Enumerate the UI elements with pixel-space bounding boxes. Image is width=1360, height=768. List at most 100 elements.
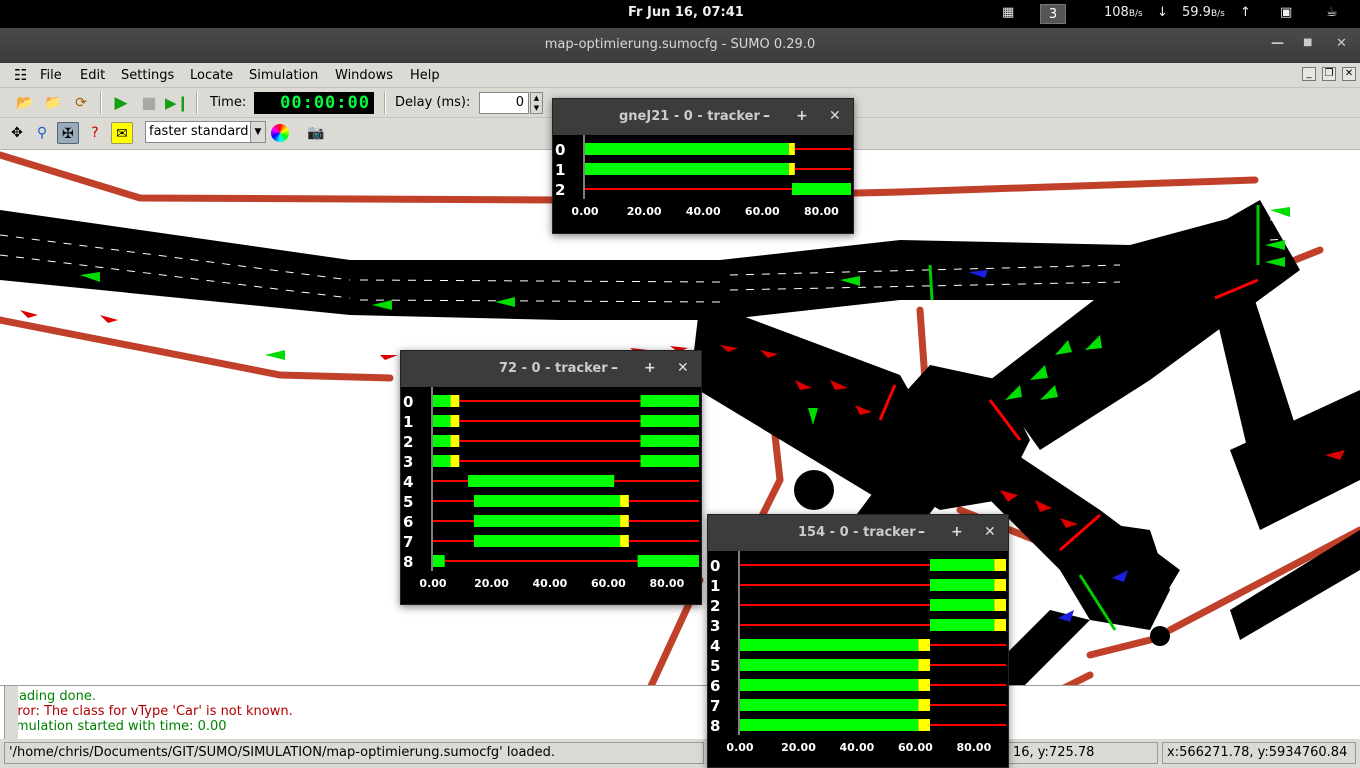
menu-help[interactable]: Help xyxy=(410,68,440,83)
close-icon[interactable]: ✕ xyxy=(1336,36,1347,51)
phase-segment xyxy=(614,480,699,482)
monitor-icon[interactable]: ▣ xyxy=(1280,5,1292,20)
phase-row-label: 1 xyxy=(555,161,565,179)
reload-folder-icon[interactable]: 📁 xyxy=(42,92,64,114)
window-title: map-optimierung.sumocfg - SUMO 0.29.0 xyxy=(544,37,816,52)
color-wheel-icon[interactable] xyxy=(271,124,289,142)
recenter-icon[interactable]: ✥ xyxy=(6,122,28,144)
signal-stopline xyxy=(928,264,934,301)
step-icon[interactable]: ▶❙ xyxy=(165,92,189,114)
color-scheme-select[interactable]: faster standard ▼ xyxy=(145,121,266,143)
minimize-icon[interactable]: – xyxy=(918,524,925,540)
phase-row-label: 0 xyxy=(403,393,413,411)
stop-icon[interactable]: ■ xyxy=(138,92,160,114)
close-icon[interactable]: ✕ xyxy=(829,108,841,124)
phase-segment xyxy=(433,395,451,407)
app-grip-icon[interactable]: ☷ xyxy=(14,66,27,84)
lane-marking xyxy=(1269,214,1360,221)
phase-row-label: 1 xyxy=(710,577,720,595)
locate-junction-icon[interactable]: ✠ xyxy=(57,122,79,144)
clock[interactable]: Fr Jun 16, 07:41 xyxy=(628,5,744,20)
minimize-icon[interactable]: — xyxy=(1271,36,1284,51)
tracker-window-72[interactable]: 72 - 0 - tracker – + ✕ 0 1 2 3 4 5 6 7 8 0.00 20.0… xyxy=(400,350,702,605)
menu-file[interactable]: File xyxy=(40,68,62,83)
phase-segment xyxy=(740,564,930,566)
junction-south-small xyxy=(794,470,834,510)
maximize-icon[interactable]: ■ xyxy=(1303,37,1312,48)
phase-row-label: 6 xyxy=(403,513,413,531)
tracker-window-gneJ21[interactable]: gneJ21 - 0 - tracker – + ✕ 0 1 2 0.00 20.00 4… xyxy=(552,98,854,234)
tracker-titlebar[interactable]: 72 - 0 - tracker – + ✕ xyxy=(401,351,701,387)
toolbar-separator xyxy=(196,92,198,114)
phase-segment xyxy=(433,415,451,427)
mdi-restore-icon[interactable]: ❐ xyxy=(1322,67,1336,81)
time-label: Time: xyxy=(210,95,247,110)
maximize-icon[interactable]: + xyxy=(951,524,963,540)
menu-simulation[interactable]: Simulation xyxy=(249,68,318,83)
tracker-titlebar[interactable]: gneJ21 - 0 - tracker – + ✕ xyxy=(553,99,853,135)
menu-settings[interactable]: Settings xyxy=(121,68,174,83)
delay-spinner[interactable]: ▲ ▼ xyxy=(530,92,543,114)
phase-segment xyxy=(740,639,919,651)
apps-grid-icon[interactable]: ▦ xyxy=(1002,5,1014,20)
open-folder-icon[interactable]: 📂 xyxy=(14,92,36,114)
tracker-window-154[interactable]: 154 - 0 - tracker – + ✕ 0 1 2 3 4 5 6 7 8 0.00 20.… xyxy=(707,514,1009,768)
arrow-down-icon: ↓ xyxy=(1157,5,1168,20)
menu-locate[interactable]: Locate xyxy=(190,68,233,83)
phase-segment xyxy=(585,143,789,155)
minimize-icon[interactable]: – xyxy=(611,360,618,376)
reload-icon[interactable]: ⟳ xyxy=(70,92,92,114)
status-message: '/home/chris/Documents/GIT/SUMO/SIMULATI… xyxy=(4,742,704,764)
phase-segment xyxy=(450,415,460,427)
tracker-titlebar[interactable]: 154 - 0 - tracker – + ✕ xyxy=(708,515,1008,551)
delay-input[interactable]: 0 xyxy=(479,92,529,114)
maximize-icon[interactable]: + xyxy=(796,108,808,124)
time-tick-label: 80.00 xyxy=(956,741,991,754)
message-scrollbar[interactable] xyxy=(4,686,18,740)
phase-segment xyxy=(444,560,638,562)
junction-small-corner xyxy=(1150,626,1170,646)
phase-segment xyxy=(585,163,789,175)
chevron-down-icon[interactable]: ▼ xyxy=(250,122,265,142)
tracker-title: 72 - 0 - tracker xyxy=(499,361,608,376)
phase-row-label: 8 xyxy=(710,717,720,735)
mdi-close-icon[interactable]: ✕ xyxy=(1342,67,1356,81)
status-bar: '/home/chris/Documents/GIT/SUMO/SIMULATI… xyxy=(0,739,1360,768)
camera-icon[interactable]: 📷 xyxy=(305,122,327,144)
phase-diagram: 0123456780.00 20.00 40.00 60.00 80.00 xyxy=(708,551,1008,767)
phase-segment xyxy=(433,555,445,567)
zoom-icon[interactable]: ⚲ xyxy=(31,122,53,144)
close-icon[interactable]: ✕ xyxy=(677,360,689,376)
phase-segment xyxy=(433,520,474,522)
workspace-indicator[interactable]: 3 xyxy=(1040,4,1066,24)
phase-segment xyxy=(473,535,621,547)
maximize-icon[interactable]: + xyxy=(644,360,656,376)
phase-segment xyxy=(930,619,995,631)
phase-segment xyxy=(628,540,699,542)
minimize-icon[interactable]: – xyxy=(763,108,770,124)
query-icon[interactable]: ? xyxy=(84,122,106,144)
mdi-minimize-icon[interactable]: _ xyxy=(1302,67,1316,81)
tooltip-icon[interactable]: ✉ xyxy=(111,122,133,144)
phase-segment xyxy=(450,435,460,447)
phase-segment xyxy=(637,555,699,567)
coffee-icon[interactable]: ☕ xyxy=(1326,5,1338,20)
close-icon[interactable]: ✕ xyxy=(984,524,996,540)
phase-segment xyxy=(433,480,469,482)
sidewalk-corner xyxy=(1086,636,1154,659)
phase-segment xyxy=(788,143,795,155)
menu-windows[interactable]: Windows xyxy=(335,68,393,83)
phase-segment xyxy=(459,420,641,422)
phase-segment xyxy=(740,624,930,626)
play-icon[interactable]: ▶ xyxy=(110,92,132,114)
time-tick-label: 60.00 xyxy=(591,577,626,590)
time-tick-label: 60.00 xyxy=(898,741,933,754)
phase-segment xyxy=(788,163,795,175)
menu-edit[interactable]: Edit xyxy=(80,68,105,83)
vehicle xyxy=(265,350,285,360)
phase-segment xyxy=(918,659,930,671)
phase-segment xyxy=(585,188,792,190)
window-titlebar[interactable]: map-optimierung.sumocfg - SUMO 0.29.0 — … xyxy=(0,28,1360,63)
phase-row-label: 0 xyxy=(555,141,565,159)
message-line: Simulation started with time: 0.00 xyxy=(4,719,227,734)
